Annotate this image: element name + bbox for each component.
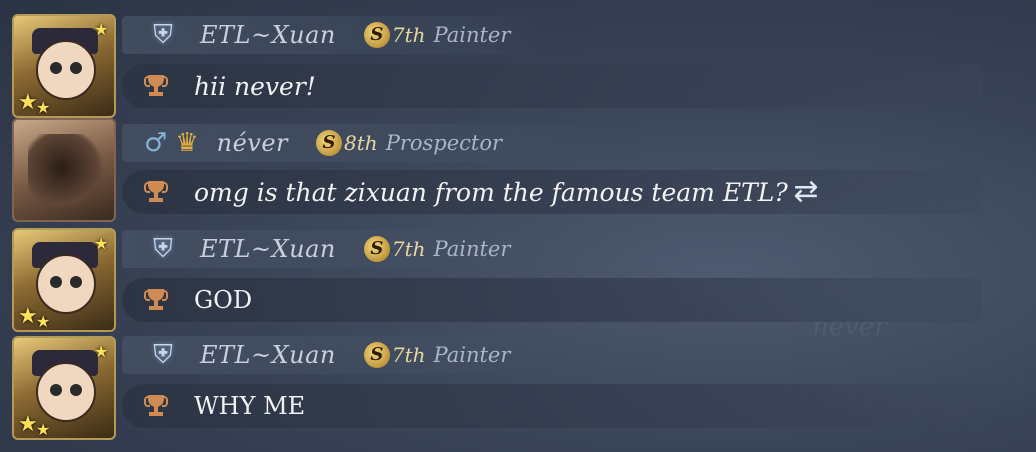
badge-rank: 7th [391, 237, 426, 261]
badge-rank: 8th [344, 131, 378, 155]
knight-helmet-icon: ⛨ [153, 340, 173, 370]
sender-name[interactable]: ETL~Xuan [200, 21, 336, 49]
trophy-icon [144, 393, 168, 419]
message-text: hii never! [194, 71, 316, 101]
badge-coin-icon: S [363, 236, 390, 262]
player-avatar[interactable]: ★ ★ ★ [12, 14, 116, 118]
rank-badge: S 7th Painter [363, 22, 511, 48]
message-bubble: GOD [122, 278, 982, 322]
trophy-icon [144, 287, 168, 313]
knight-helmet-icon: ⛨ [153, 234, 173, 264]
trophy-icon [144, 73, 168, 99]
badge-coin-icon: S [316, 130, 343, 156]
sender-name[interactable]: néver [217, 129, 288, 157]
badge-role: Prospector [385, 131, 503, 155]
message-header: ⛨ ETL~Xuan S 7th Painter [122, 16, 542, 54]
badge-rank: 7th [391, 23, 426, 47]
message-text: WHY ME [194, 392, 306, 420]
message-header: ⛨ ETL~Xuan S 7th Painter [122, 336, 542, 374]
male-icon: ♂ [144, 128, 168, 158]
message-bubble: WHY ME [122, 384, 982, 428]
player-avatar[interactable] [12, 118, 116, 222]
badge-role: Painter [433, 23, 511, 47]
chat-feed[interactable]: ★ ★ ★ ⛨ ETL~Xuan S 7th Painter hii never! … [0, 0, 1036, 452]
sender-name[interactable]: ETL~Xuan [200, 235, 336, 263]
message-text: GOD [194, 286, 253, 314]
badge-rank: 7th [391, 343, 426, 367]
refresh-arrows-icon[interactable]: ⇄ [786, 172, 826, 212]
message-header: ⛨ ETL~Xuan S 7th Painter [122, 230, 542, 268]
message-text: omg is that zixuan from the famous team … [194, 177, 788, 207]
gold-crown-icon: ♛ [175, 128, 199, 158]
trophy-icon [144, 179, 168, 205]
rank-badge: S 7th Painter [363, 342, 511, 368]
message-bubble: omg is that zixuan from the famous team … [122, 170, 982, 214]
player-avatar[interactable]: ★ ★ ★ [12, 336, 116, 440]
badge-role: Painter [433, 343, 511, 367]
badge-coin-icon: S [363, 22, 390, 48]
badge-role: Painter [433, 237, 511, 261]
sender-name[interactable]: ETL~Xuan [200, 341, 336, 369]
message-bubble: hii never! [122, 64, 982, 108]
knight-helmet-icon: ⛨ [153, 20, 173, 50]
badge-coin-icon: S [363, 342, 390, 368]
player-avatar[interactable]: ★ ★ ★ [12, 228, 116, 332]
message-header: ♂ ♛ néver S 8th Prospector [122, 124, 592, 162]
rank-badge: S 8th Prospector [316, 130, 502, 156]
rank-badge: S 7th Painter [363, 236, 511, 262]
